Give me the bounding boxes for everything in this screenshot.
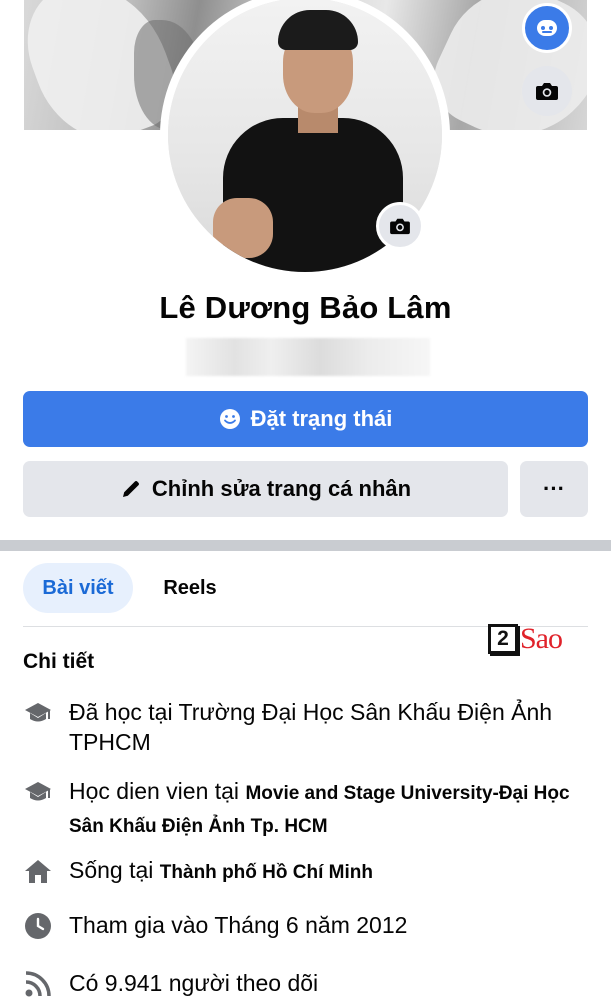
detail-text-main: Đã học tại Trường Đại Học Sân Khấu Điện …	[69, 699, 553, 755]
section-divider	[0, 540, 611, 551]
tab-label: Reels	[163, 576, 217, 599]
camera-icon	[536, 83, 558, 100]
graduation-cap-icon	[23, 698, 53, 728]
detail-item: Đã học tại Trường Đại Học Sân Khấu Điện …	[23, 697, 593, 757]
detail-text: Sống tại Thành phố Hồ Chí Minh	[69, 855, 373, 888]
detail-item: Sống tại Thành phố Hồ Chí Minh	[23, 855, 593, 888]
home-icon	[23, 856, 53, 886]
detail-text-main: Có 9.941 người theo dõi	[69, 970, 319, 996]
edit-cover-button[interactable]	[522, 66, 572, 116]
rss-icon	[23, 969, 53, 999]
detail-link-city[interactable]: Thành phố Hồ Chí Minh	[160, 862, 373, 883]
detail-item: Tham gia vào Tháng 6 năm 2012	[23, 910, 593, 941]
clock-icon	[23, 911, 53, 941]
blurred-subtitle	[186, 338, 430, 376]
cover-badge-button[interactable]	[522, 3, 572, 53]
edit-profile-label: Chỉnh sửa trang cá nhân	[151, 476, 412, 501]
detail-text: Có 9.941 người theo dõi	[69, 968, 318, 998]
avatar-arm	[213, 198, 273, 258]
avatar-badge-icon	[537, 20, 557, 36]
detail-text: Học dien vien tại Movie and Stage Univer…	[69, 776, 593, 842]
detail-text: Đã học tại Trường Đại Học Sân Khấu Điện …	[69, 697, 593, 757]
detail-text-main: Học dien vien tại	[69, 778, 246, 804]
watermark-logo: 2 Sao	[488, 622, 563, 656]
watermark-text: Sao	[520, 622, 563, 655]
tab-label: Bài viết	[42, 576, 114, 599]
profile-name: Lê Dương Bảo Lâm	[159, 290, 452, 325]
edit-avatar-button[interactable]	[376, 202, 424, 250]
set-status-button[interactable]: Đặt trạng thái	[23, 391, 588, 447]
pencil-icon	[122, 481, 139, 497]
watermark-number: 2	[488, 624, 518, 654]
detail-text-main: Tham gia vào Tháng 6 năm 2012	[69, 912, 408, 938]
detail-text: Tham gia vào Tháng 6 năm 2012	[69, 910, 407, 940]
more-options-label: ···	[543, 476, 565, 501]
set-status-label: Đặt trạng thái	[250, 406, 393, 431]
details-title: Chi tiết	[23, 650, 95, 673]
edit-profile-button[interactable]: Chỉnh sửa trang cá nhân	[23, 461, 508, 517]
detail-item: Học dien vien tại Movie and Stage Univer…	[23, 776, 593, 842]
tab-reels[interactable]: Reels	[150, 563, 230, 613]
more-options-button[interactable]: ···	[520, 461, 588, 517]
graduation-cap-icon	[23, 777, 53, 807]
smiley-icon	[219, 409, 240, 429]
detail-text-main: Sống tại	[69, 857, 160, 883]
camera-icon	[390, 218, 410, 235]
tab-posts[interactable]: Bài viết	[23, 563, 133, 613]
detail-item: Có 9.941 người theo dõi	[23, 968, 593, 999]
